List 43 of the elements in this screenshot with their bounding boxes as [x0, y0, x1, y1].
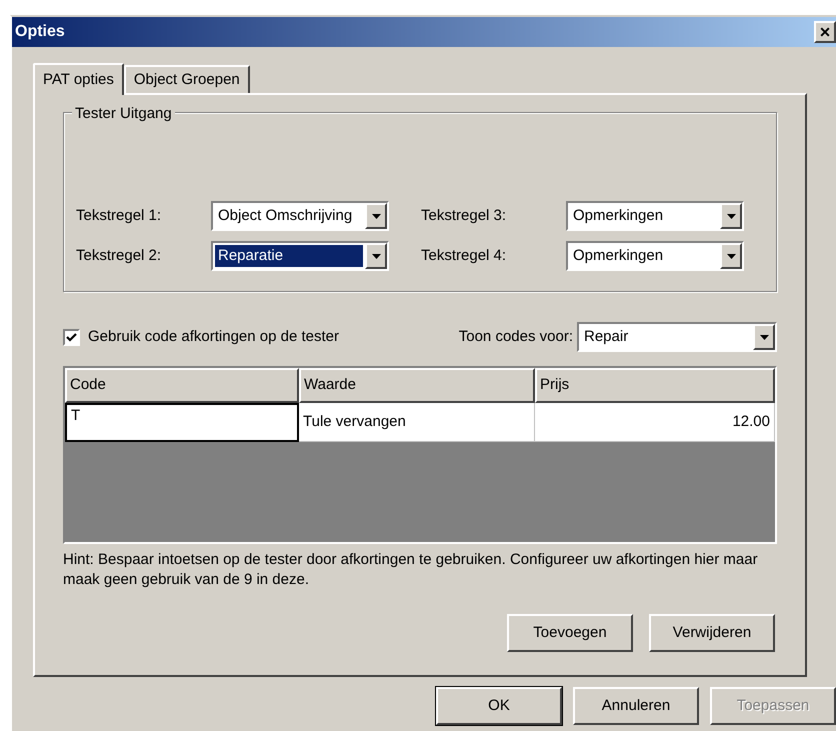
dropdown-button[interactable]: [753, 324, 775, 350]
dropdown[interactable]: Repair: [577, 322, 777, 352]
window-title: Opties: [15, 22, 65, 42]
hint-text: Hint: Bespaar intoetsen op de tester door afkortingen te gebruiken. Configureer uw afkortingen hier maar maak geen gebruik van de 9 in deze.: [63, 550, 759, 590]
check-icon: [66, 332, 77, 342]
field-label: Tekstregel 2:: [76, 246, 162, 266]
dropdown-value: Repair: [583, 326, 630, 347]
tab[interactable]: Object Groepen: [124, 65, 250, 93]
dialog-button[interactable]: Annuleren: [573, 687, 699, 725]
dropdown[interactable]: Opmerkingen: [566, 201, 744, 231]
filter-label: Toon codes voor:: [458, 326, 573, 347]
dialog-button[interactable]: Verwijderen: [649, 614, 775, 652]
dropdown-value: Reparatie: [215, 245, 363, 267]
dropdown-value: Object Omschrijving: [217, 206, 354, 226]
caret-icon: [372, 254, 380, 258]
checkbox-label: Gebruik code afkortingen op de tester: [88, 326, 339, 347]
caret-icon: [726, 254, 736, 258]
table-cell[interactable]: Tule vervangen: [299, 403, 535, 442]
column-header[interactable]: Waarde: [299, 368, 535, 403]
column-header[interactable]: Code: [65, 368, 299, 403]
caret-icon: [760, 334, 768, 340]
checkbox[interactable]: [63, 328, 80, 346]
caret-icon: [372, 214, 380, 218]
dialog-button[interactable]: Toevoegen: [507, 614, 633, 652]
dropdown[interactable]: Opmerkingen: [566, 241, 744, 271]
field-label: Tekstregel 4:: [420, 246, 508, 266]
dialog-button[interactable]: OK: [436, 687, 562, 725]
dropdown-value: Opmerkingen: [572, 206, 664, 226]
table-cell[interactable]: T: [65, 403, 299, 442]
dropdown[interactable]: Reparatie: [211, 241, 389, 271]
dropdown[interactable]: Object Omschrijving: [211, 201, 389, 231]
dropdown-value: Opmerkingen: [572, 246, 664, 266]
dropdown-button[interactable]: [365, 203, 387, 229]
table-cell[interactable]: 12.00: [535, 403, 775, 442]
caret-icon: [726, 214, 736, 218]
field-label: Tekstregel 3:: [420, 206, 508, 226]
close-button[interactable]: ×: [814, 21, 836, 43]
tab[interactable]: PAT opties: [33, 63, 124, 95]
column-header[interactable]: Prijs: [535, 368, 775, 403]
dropdown-button[interactable]: [720, 243, 742, 269]
field-label: Tekstregel 1:: [76, 206, 162, 226]
dropdown-button[interactable]: [720, 203, 742, 229]
dropdown-button[interactable]: [365, 243, 387, 269]
